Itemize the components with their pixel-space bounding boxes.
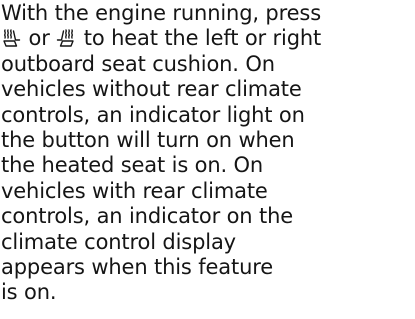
heated-seat-right-icon bbox=[56, 28, 76, 48]
paragraph-line: is on. bbox=[1, 280, 57, 305]
paragraph-line: vehicles with rear climate bbox=[1, 178, 268, 203]
paragraph-line: climate control display bbox=[1, 229, 236, 254]
icon-connector-text: or bbox=[28, 26, 50, 51]
paragraph-line: the button will turn on when bbox=[1, 128, 295, 153]
paragraph-line: outboard seat cushion. On bbox=[1, 51, 275, 76]
paragraph-line: vehicles without rear climate bbox=[1, 77, 302, 102]
paragraph-line: controls, an indicator light on bbox=[1, 102, 305, 127]
paragraph-line: controls, an indicator on the bbox=[1, 204, 293, 229]
heated-seat-left-icon bbox=[1, 28, 21, 48]
paragraph-line-with-icons: or to heat the left or right bbox=[1, 26, 411, 51]
heat-instruction-text: to heat the left or right bbox=[83, 26, 322, 51]
paragraph-line: the heated seat is on. On bbox=[1, 153, 264, 178]
paragraph-line: With the engine running, press bbox=[1, 1, 321, 25]
paragraph-line: appears when this feature bbox=[1, 255, 274, 280]
instruction-paragraph: With the engine running, press or to hea… bbox=[1, 1, 411, 306]
